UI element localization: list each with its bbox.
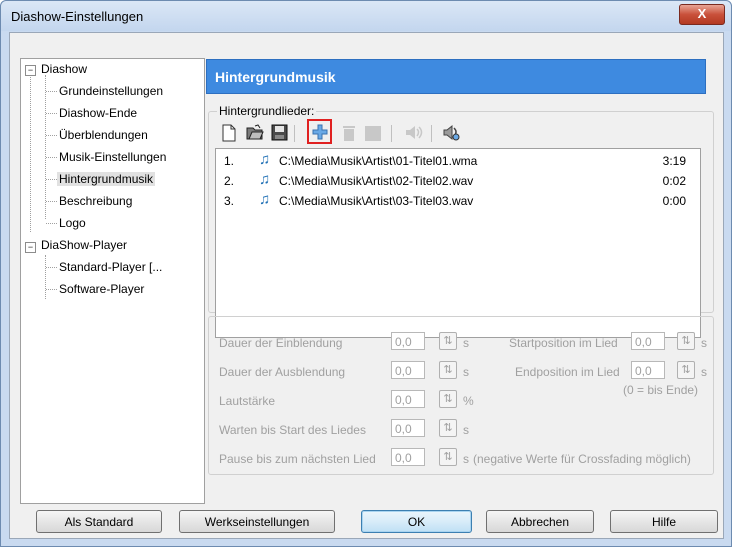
pause-note: (negative Werte für Crossfading möglich) <box>473 452 691 466</box>
songs-label: Hintergrundlieder: <box>217 104 317 118</box>
einblendung-input[interactable]: 0,0 <box>391 332 425 350</box>
section-header: Hintergrundmusik <box>206 59 706 94</box>
song-row[interactable]: 1. ♫ C:\Media\Musik\Artist\01-Titel01.wm… <box>216 151 700 171</box>
tree-item-musik-einstellungen[interactable]: Musik-Einstellungen <box>59 150 166 164</box>
abbrechen-button[interactable]: Abbrechen <box>486 510 594 533</box>
pause-label: Pause bis zum nächsten Lied <box>219 452 376 466</box>
window-title: Diashow-Einstellungen <box>11 9 144 24</box>
settings-icon[interactable] <box>441 123 461 142</box>
song-number: 1. <box>224 154 235 168</box>
music-note-icon: ♫ <box>259 191 271 208</box>
song-duration: 0:00 <box>662 194 686 208</box>
expander-diashow[interactable]: − <box>25 65 36 76</box>
tree-item-diashow-player[interactable]: DiaShow-Player <box>41 238 127 252</box>
tree-item-diashow[interactable]: Diashow <box>41 62 87 76</box>
lautstaerke-unit: % <box>463 394 474 408</box>
endpos-label: Endposition im Lied <box>515 365 620 379</box>
tree-item-diashow-ende[interactable]: Diashow-Ende <box>59 106 137 120</box>
startpos-input[interactable]: 0,0 <box>631 332 665 350</box>
save-icon[interactable] <box>271 124 288 141</box>
songs-listbox[interactable]: 1. ♫ C:\Media\Musik\Artist\01-Titel01.wm… <box>215 148 701 338</box>
title-bar[interactable]: Diashow-Einstellungen X <box>1 1 731 31</box>
endpos-unit: s <box>701 365 707 379</box>
ausblendung-unit: s <box>463 365 469 379</box>
song-duration: 3:19 <box>662 154 686 168</box>
tree-item-standard-player[interactable]: Standard-Player [... <box>59 260 162 274</box>
expander-diashow-player[interactable]: − <box>25 242 36 253</box>
endpos-input[interactable]: 0,0 <box>631 361 665 379</box>
ausblendung-input[interactable]: 0,0 <box>391 361 425 379</box>
song-duration: 0:02 <box>662 174 686 188</box>
startpos-label: Startposition im Lied <box>509 336 618 350</box>
delete-icon[interactable] <box>342 125 356 142</box>
new-icon[interactable] <box>221 124 237 142</box>
werkseinstellungen-button[interactable]: Werkseinstellungen <box>179 510 335 533</box>
ausblendung-label: Dauer der Ausblendung <box>219 365 346 379</box>
song-row[interactable]: 2. ♫ C:\Media\Musik\Artist\02-Titel02.wa… <box>216 171 700 191</box>
pause-spinner[interactable]: ⇅ <box>439 448 457 466</box>
song-path: C:\Media\Musik\Artist\01-Titel01.wma <box>279 154 478 168</box>
pause-input[interactable]: 0,0 <box>391 448 425 466</box>
settings-tree: − Diashow Grundeinstellungen Diashow-End… <box>20 58 205 504</box>
song-path: C:\Media\Musik\Artist\02-Titel02.wav <box>279 174 474 188</box>
dialog-window: Diashow-Einstellungen X − Diashow Grunde… <box>0 0 732 547</box>
endpos-spinner[interactable]: ⇅ <box>677 361 695 379</box>
song-number: 2. <box>224 174 235 188</box>
startpos-unit: s <box>701 336 707 350</box>
music-note-icon: ♫ <box>259 151 271 168</box>
einblendung-unit: s <box>463 336 469 350</box>
song-row[interactable]: 3. ♫ C:\Media\Musik\Artist\03-Titel03.wa… <box>216 191 700 211</box>
ausblendung-spinner[interactable]: ⇅ <box>439 361 457 379</box>
warten-input[interactable]: 0,0 <box>391 419 425 437</box>
section-title: Hintergrundmusik <box>215 69 336 85</box>
als-standard-button[interactable]: Als Standard <box>36 510 162 533</box>
stop-icon[interactable] <box>365 126 381 141</box>
song-number: 3. <box>224 194 235 208</box>
lautstaerke-spinner[interactable]: ⇅ <box>439 390 457 408</box>
song-path: C:\Media\Musik\Artist\03-Titel03.wav <box>279 194 474 208</box>
warten-unit: s <box>463 423 469 437</box>
tree-item-hintergrundmusik[interactable]: Hintergrundmusik <box>57 172 156 186</box>
toolbar-separator-3 <box>431 125 432 142</box>
add-button-highlight[interactable] <box>307 119 332 144</box>
add-icon <box>312 124 328 140</box>
tree-item-software-player[interactable]: Software-Player <box>59 282 144 296</box>
toolbar-separator <box>294 125 295 142</box>
einblendung-label: Dauer der Einblendung <box>219 336 343 350</box>
endpos-note: (0 = bis Ende) <box>623 383 699 397</box>
warten-label: Warten bis Start des Liedes <box>219 423 366 437</box>
hilfe-button[interactable]: Hilfe <box>610 510 718 533</box>
play-icon[interactable] <box>404 124 424 141</box>
ok-button[interactable]: OK <box>361 510 472 533</box>
toolbar-separator-2 <box>391 125 392 142</box>
einblendung-spinner[interactable]: ⇅ <box>439 332 457 350</box>
open-folder-icon[interactable] <box>246 124 264 141</box>
pause-unit: s <box>463 452 469 466</box>
tree-item-beschreibung[interactable]: Beschreibung <box>59 194 132 208</box>
tree-item-logo[interactable]: Logo <box>59 216 86 230</box>
close-button[interactable]: X <box>679 4 725 25</box>
lautstaerke-input[interactable]: 0,0 <box>391 390 425 408</box>
warten-spinner[interactable]: ⇅ <box>439 419 457 437</box>
lautstaerke-label: Lautstärke <box>219 394 276 408</box>
music-note-icon: ♫ <box>259 171 271 188</box>
tree-item-grundeinstellungen[interactable]: Grundeinstellungen <box>59 84 163 98</box>
startpos-spinner[interactable]: ⇅ <box>677 332 695 350</box>
tree-item-ueberblendungen[interactable]: Überblendungen <box>59 128 148 142</box>
